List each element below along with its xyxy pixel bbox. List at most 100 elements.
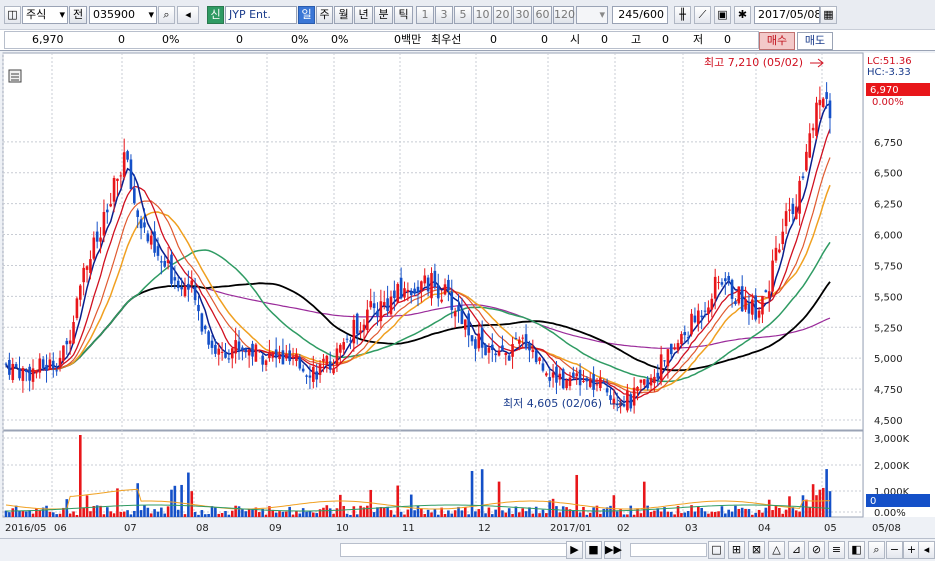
- candle: [521, 337, 524, 339]
- candle: [578, 369, 582, 386]
- volume-bar: [561, 506, 565, 517]
- volume-bar: [588, 512, 592, 517]
- candle: [190, 280, 194, 285]
- candle: [193, 286, 197, 301]
- zoom-icon[interactable]: ⌕: [868, 541, 885, 559]
- candle: [4, 363, 8, 365]
- volume-bar: [474, 511, 477, 517]
- candle: [325, 355, 329, 365]
- candle: [744, 299, 747, 310]
- candle: [166, 260, 170, 264]
- x-tick-label: 2016/05: [5, 523, 47, 534]
- chart-menu-icon[interactable]: [8, 69, 22, 83]
- candle: [450, 291, 454, 310]
- candle: [203, 325, 207, 330]
- tool-icon[interactable]: △: [768, 541, 785, 559]
- volume-bar: [139, 510, 143, 517]
- volume-bar: [224, 511, 227, 517]
- candle: [609, 395, 612, 401]
- candle: [656, 372, 660, 379]
- candle: [68, 340, 72, 344]
- candle: [58, 357, 62, 366]
- candle: [805, 151, 808, 171]
- candle: [305, 375, 308, 377]
- volume-bar: [433, 508, 437, 517]
- candle: [764, 290, 768, 293]
- tool-icon[interactable]: ⊞: [728, 541, 745, 559]
- volume-bar: [490, 514, 494, 517]
- volume-bar: [420, 508, 423, 517]
- candle: [396, 283, 400, 303]
- candle: [129, 159, 133, 190]
- volume-bar: [355, 514, 359, 517]
- left-icon[interactable]: ◂: [918, 541, 935, 559]
- tool-icon[interactable]: ⊠: [748, 541, 765, 559]
- tool-icon[interactable]: ◧: [848, 541, 865, 559]
- candle: [214, 344, 217, 354]
- volume-bar: [308, 510, 312, 517]
- volume-bar: [761, 512, 764, 517]
- candle: [376, 310, 379, 317]
- candle: [153, 231, 156, 253]
- scroll-bar[interactable]: ▶ ■ ▶▶ □ ⊞ ⊠ △ ⊿ ⊘ ≡ ◧ ⌕ − + ◂: [0, 538, 935, 561]
- stock-chart[interactable]: 6,750 6,500 6,250 6,000 5,750 5,500 5,250 5,000…: [0, 0, 935, 560]
- volume-bar: [45, 505, 48, 517]
- volume-bar: [305, 511, 308, 517]
- zoom-slider[interactable]: [630, 543, 707, 557]
- candle: [430, 273, 433, 299]
- volume-bar: [11, 508, 15, 517]
- candle: [312, 366, 315, 382]
- tool-icon[interactable]: ⊘: [808, 541, 825, 559]
- candle: [592, 374, 595, 390]
- volume-bar: [504, 512, 508, 517]
- candle: [693, 315, 697, 323]
- x-tick-label: 12: [478, 523, 491, 534]
- tool-icon[interactable]: ≡: [828, 541, 845, 559]
- volume-bar: [187, 472, 190, 517]
- candle: [467, 313, 470, 336]
- minus-icon[interactable]: −: [886, 541, 903, 559]
- volume-bar: [35, 508, 38, 517]
- candle: [713, 276, 717, 299]
- candle: [197, 304, 200, 312]
- volume-bar: [247, 508, 251, 517]
- candle: [328, 361, 332, 370]
- volume-bar: [163, 513, 167, 517]
- volume-bar: [710, 511, 714, 517]
- volume-bar: [659, 511, 663, 517]
- volume-bar: [467, 514, 470, 517]
- low-annotation: 최저 4,605 (02/06): [503, 397, 602, 410]
- x-tick-label: 03: [685, 523, 698, 534]
- volume-bar: [821, 487, 825, 517]
- candle: [734, 301, 737, 305]
- tool-icon[interactable]: □: [708, 541, 725, 559]
- fast-forward-icon[interactable]: ▶▶: [604, 541, 622, 559]
- candle: [774, 247, 778, 261]
- scroll-track[interactable]: [340, 543, 567, 557]
- play-icon[interactable]: ▶: [566, 541, 583, 559]
- volume-bar: [521, 508, 524, 517]
- volume-bar: [122, 511, 126, 517]
- volume-bar: [599, 513, 602, 517]
- candle: [366, 309, 369, 330]
- candle: [372, 303, 376, 309]
- candle: [457, 305, 460, 311]
- x-tick-label: 02: [617, 523, 630, 534]
- candle: [257, 349, 261, 351]
- volume-bar: [160, 507, 163, 517]
- volume-bar: [21, 510, 25, 517]
- volume-bar: [389, 510, 393, 517]
- stop-icon[interactable]: ■: [585, 541, 602, 559]
- candle: [78, 285, 82, 300]
- candle: [740, 286, 744, 312]
- volume-bar: [825, 469, 828, 517]
- volume-bar: [328, 508, 332, 517]
- candle: [801, 176, 805, 179]
- volume-bar: [764, 507, 768, 517]
- candle: [649, 377, 653, 386]
- candle: [639, 379, 643, 383]
- volume-bar: [335, 508, 339, 517]
- x-tick-label: 08: [196, 523, 209, 534]
- tool-icon[interactable]: ⊿: [788, 541, 805, 559]
- volume-bar: [48, 511, 52, 517]
